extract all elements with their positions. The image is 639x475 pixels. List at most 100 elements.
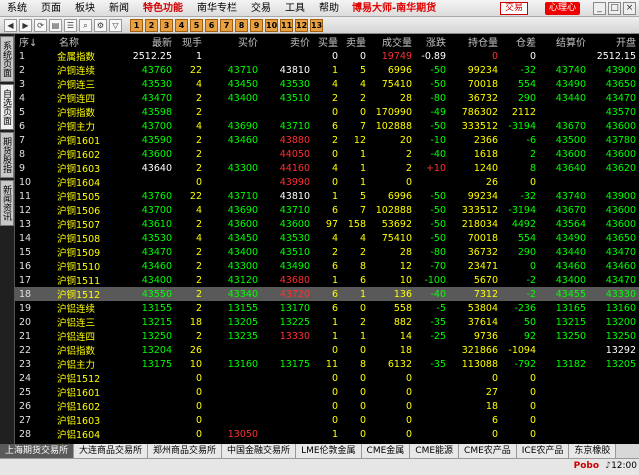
search-icon[interactable]: ⌕	[79, 18, 92, 32]
column-header[interactable]: 名称	[55, 34, 119, 49]
column-header[interactable]: 序↓	[15, 34, 55, 49]
toolbar-page-button[interactable]: 4	[175, 18, 188, 32]
table-row[interactable]: 1 金属指数 2512.25 1 0 0 19749 -0.89 0 0 2512.15	[15, 49, 639, 64]
toolbar-page-button[interactable]: 2	[145, 18, 158, 32]
contract-name[interactable]: 沪铜1601	[55, 133, 119, 147]
toolbar-page-button[interactable]: 3	[160, 18, 173, 32]
table-row[interactable]: 12 沪铜1506 43700 4 43690 43710 6 7 102888 -50 33351…	[15, 203, 639, 218]
toolbar-page-button[interactable]: 8	[235, 18, 248, 32]
table-row[interactable]: 8 沪铜1602 43600 2 44050 0 1 2 -40 1618 2 43600 43600	[15, 147, 639, 162]
column-header[interactable]: 最新	[119, 34, 175, 49]
table-row[interactable]: 20 沪铝连三 13215 18 13205 13225 1 2 882 -35 37614 50 13…	[15, 315, 639, 330]
column-header[interactable]: 涨跌	[415, 34, 449, 49]
table-row[interactable]: 14 沪铜1508 43530 4 43450 43530 4 4 75410 -50 70018 5…	[15, 231, 639, 246]
toolbar-page-button[interactable]: 10	[265, 18, 278, 32]
contract-name[interactable]: 沪铝连三	[55, 315, 119, 329]
toolbar-page-button[interactable]: 13	[310, 18, 323, 32]
table-row[interactable]: 10 沪铜1604 0 43990 0 1 0 26 0	[15, 175, 639, 190]
trade-button[interactable]: 交易	[500, 2, 529, 15]
table-row[interactable]: 15 沪铜1509 43470 2 43400 43510 2 2 28 -80 36732 290 4…	[15, 245, 639, 260]
toolbar-page-button[interactable]: 1	[130, 18, 143, 32]
table-row[interactable]: 6 沪铜主力 43700 4 43690 43710 6 7 102888 -50 333512 -3…	[15, 119, 639, 134]
contract-name[interactable]: 沪铜指数	[55, 105, 119, 119]
side-tab[interactable]: 期货股指	[0, 132, 14, 178]
table-row[interactable]: 24 沪铝1512 0 0 0 0 0 0	[15, 371, 639, 386]
table-row[interactable]: 7 沪铜1601 43590 2 43460 43880 2 12 20 -10 2366 -6 435…	[15, 133, 639, 148]
contract-name[interactable]: 沪铝连续	[55, 301, 119, 315]
column-header[interactable]: 买价	[205, 34, 261, 49]
contract-name[interactable]: 沪铜1602	[55, 147, 119, 161]
contract-name[interactable]: 沪铜连四	[55, 91, 119, 105]
contract-name[interactable]: 沪铜1512	[55, 287, 119, 301]
table-row[interactable]: 17 沪铜1511 43400 2 43120 43680 1 6 10 -100 5670 -2 43…	[15, 273, 639, 288]
settings-icon[interactable]: ⚙	[94, 18, 107, 32]
toolbar-page-button[interactable]: 12	[295, 18, 308, 32]
exchange-tab[interactable]: 大连商品交易所	[74, 444, 149, 458]
column-header[interactable]: 卖价	[261, 34, 313, 49]
contract-name[interactable]: 金属指数	[55, 49, 119, 63]
list-icon[interactable]: ☰	[64, 18, 77, 32]
contract-name[interactable]: 沪铜1509	[55, 245, 119, 259]
maximize-button[interactable]: □	[608, 2, 621, 15]
refresh-icon[interactable]: ⟳	[34, 18, 47, 32]
contract-name[interactable]: 沪铝1601	[55, 385, 119, 399]
exchange-tab[interactable]: ICE农产品	[516, 444, 570, 458]
menu-item[interactable]: 系统	[0, 0, 34, 17]
side-tab[interactable]: 系统页面	[0, 36, 14, 82]
toolbar-page-button[interactable]: 7	[220, 18, 233, 32]
minimize-button[interactable]: _	[593, 2, 606, 15]
exchange-tab[interactable]: CME金属	[361, 444, 411, 458]
exchange-tab[interactable]: LME伦敦金属	[296, 444, 362, 458]
menu-item[interactable]: 特色功能	[136, 0, 190, 17]
table-row[interactable]: 2 沪铜连续 43760 22 43710 43810 1 5 6996 -50 99234 -32 4…	[15, 63, 639, 78]
contract-name[interactable]: 沪铜连三	[55, 77, 119, 91]
contract-name[interactable]: 沪铝指数	[55, 343, 119, 357]
exchange-tab[interactable]: 上海期货交易所	[0, 444, 75, 458]
column-header[interactable]: 持仓量	[449, 34, 501, 49]
contract-name[interactable]: 沪铜1505	[55, 189, 119, 203]
contract-name[interactable]: 沪铜1510	[55, 259, 119, 273]
back-icon[interactable]: ◀	[4, 18, 17, 32]
table-row[interactable]: 27 沪铝1603 0 0 0 0 6 0	[15, 413, 639, 428]
menu-item[interactable]: 工具	[278, 0, 312, 17]
toolbar-page-button[interactable]: 6	[205, 18, 218, 32]
toolbar-page-button[interactable]: 9	[250, 18, 263, 32]
table-row[interactable]: 9 沪铜1603 43640 2 43300 44160 4 1 2 +10 1240 8 43640 4…	[15, 161, 639, 176]
column-header[interactable]: 仓差	[501, 34, 539, 49]
table-row[interactable]: 19 沪铝连续 13155 2 13155 13170 6 0 558 -5 53804 -236 13…	[15, 301, 639, 316]
contract-name[interactable]: 沪铝1512	[55, 371, 119, 385]
table-row[interactable]: 26 沪铝1602 0 0 0 0 18 0	[15, 399, 639, 414]
table-row[interactable]: 13 沪铜1507 43610 2 43600 43600 97 158 53692 -50 218…	[15, 217, 639, 232]
side-tab[interactable]: 自选页面	[0, 84, 14, 130]
contract-name[interactable]: 沪铜主力	[55, 119, 119, 133]
forward-icon[interactable]: ▶	[19, 18, 32, 32]
exchange-tab[interactable]: 郑州商品交易所	[148, 444, 223, 458]
chart-icon[interactable]: ▤	[49, 18, 62, 32]
table-row[interactable]: 23 沪铝主力 13175 10 13160 13175 11 8 6132 -35 113088 -…	[15, 357, 639, 372]
contract-name[interactable]: 沪铜1511	[55, 273, 119, 287]
menu-item[interactable]: 交易	[244, 0, 278, 17]
contract-name[interactable]: 沪铝主力	[55, 357, 119, 371]
table-row[interactable]: 22 沪铝指数 13204 26 0 0 18 321866 -1094 13292	[15, 343, 639, 358]
column-header[interactable]: 开盘	[589, 34, 639, 49]
toolbar-page-button[interactable]: 11	[280, 18, 293, 32]
contract-name[interactable]: 沪铝1602	[55, 399, 119, 413]
table-row[interactable]: 28 沪铝1604 0 13050 1 0 0 0 0	[15, 427, 639, 442]
contract-name[interactable]: 沪铝1604	[55, 427, 119, 441]
contract-name[interactable]: 沪铝连四	[55, 329, 119, 343]
menu-item[interactable]: 南华专栏	[190, 0, 244, 17]
menu-item[interactable]: 帮助	[312, 0, 346, 17]
close-button[interactable]: ×	[623, 2, 636, 15]
exchange-tab[interactable]: CME能源	[410, 444, 460, 458]
table-row[interactable]: 16 沪铜1510 43460 2 43300 43490 6 8 12 -70 23471 0 434…	[15, 259, 639, 274]
side-tab[interactable]: 新闻资讯	[0, 180, 14, 226]
table-row[interactable]: 25 沪铝1601 0 0 0 0 27 0	[15, 385, 639, 400]
contract-name[interactable]: 沪铜连续	[55, 63, 119, 77]
menu-item[interactable]: 板块	[68, 0, 102, 17]
contract-name[interactable]: 沪铜1507	[55, 217, 119, 231]
menu-item[interactable]: 页面	[34, 0, 68, 17]
table-row[interactable]: 4 沪铜连四 43470 2 43400 43510 2 2 28 -80 36732 290 4344…	[15, 91, 639, 106]
menu-item[interactable]: 新闻	[102, 0, 136, 17]
contract-name[interactable]: 沪铜1506	[55, 203, 119, 217]
table-row[interactable]: 3 沪铜连三 43530 4 43450 43530 4 4 75410 -50 70018 554 4…	[15, 77, 639, 92]
